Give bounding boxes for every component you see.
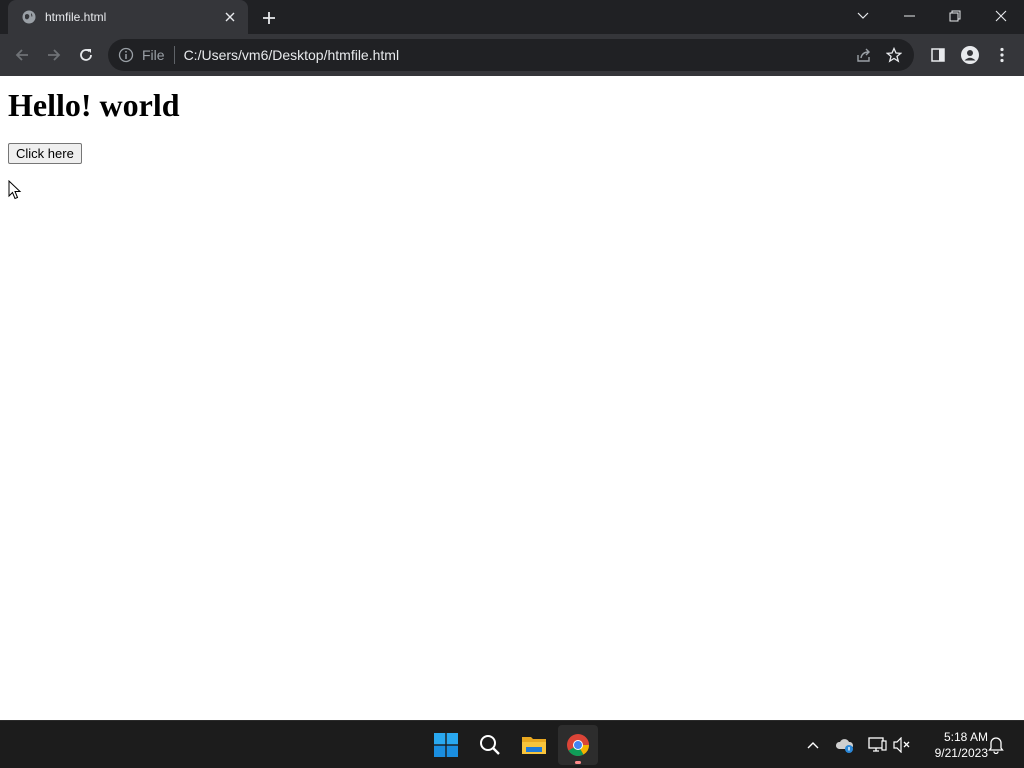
tray-overflow-button[interactable] bbox=[801, 733, 825, 757]
side-panel-icon bbox=[931, 48, 945, 62]
volume-tray-icon[interactable] bbox=[890, 733, 914, 757]
arrow-left-icon bbox=[15, 49, 28, 61]
page-heading: Hello! world bbox=[8, 87, 180, 123]
side-panel-button[interactable] bbox=[924, 41, 952, 69]
clock-time: 5:18 AM bbox=[943, 730, 988, 744]
folder-icon bbox=[522, 737, 546, 754]
plus-icon bbox=[263, 12, 275, 24]
tab-search-button[interactable] bbox=[840, 0, 886, 32]
bell-icon bbox=[988, 737, 1004, 754]
windows-start-icon bbox=[434, 733, 458, 757]
cloud-icon bbox=[835, 739, 854, 753]
globe-icon bbox=[22, 10, 36, 24]
restore-button[interactable] bbox=[932, 0, 978, 32]
page-viewport: Hello! world Click here bbox=[0, 76, 1024, 720]
minimize-button[interactable] bbox=[886, 0, 932, 32]
reload-icon bbox=[80, 49, 92, 61]
chevron-down-icon bbox=[857, 12, 869, 19]
volume-muted-icon bbox=[893, 737, 910, 753]
network-tray-icon[interactable] bbox=[865, 733, 889, 757]
chevron-up-icon bbox=[807, 742, 819, 749]
share-icon[interactable] bbox=[850, 41, 878, 69]
window-close-button[interactable] bbox=[978, 0, 1024, 32]
minimize-icon bbox=[903, 15, 915, 17]
info-icon[interactable] bbox=[118, 47, 134, 63]
kebab-menu-icon bbox=[1000, 47, 1004, 63]
chrome-taskbar-button[interactable] bbox=[558, 725, 598, 765]
click-here-button[interactable]: Click here bbox=[8, 143, 82, 164]
forward-button[interactable] bbox=[40, 41, 68, 69]
url-scheme-label: File bbox=[142, 47, 165, 63]
close-icon bbox=[995, 10, 1007, 22]
address-separator bbox=[173, 46, 175, 64]
search-icon bbox=[480, 735, 500, 755]
address-bar[interactable]: File C:/Users/vm6/Desktop/htmfile.html bbox=[108, 39, 914, 71]
taskbar-clock[interactable]: 5:18 AM 9/21/2023 bbox=[918, 729, 988, 761]
browser-toolbar: File C:/Users/vm6/Desktop/htmfile.html bbox=[0, 34, 1024, 76]
mouse-cursor-icon bbox=[8, 180, 22, 200]
arrow-right-icon bbox=[48, 49, 61, 61]
back-button[interactable] bbox=[8, 41, 36, 69]
restore-icon bbox=[949, 10, 961, 22]
new-tab-button[interactable] bbox=[258, 7, 280, 29]
url-text[interactable]: C:/Users/vm6/Desktop/htmfile.html bbox=[184, 47, 850, 63]
start-button[interactable] bbox=[426, 725, 466, 765]
windows-taskbar: 5:18 AM 9/21/2023 bbox=[0, 720, 1024, 768]
close-icon[interactable] bbox=[222, 9, 238, 25]
browser-tab-strip: htmfile.html bbox=[0, 0, 1024, 34]
profile-button[interactable] bbox=[956, 41, 984, 69]
profile-icon bbox=[961, 46, 979, 64]
clock-date: 9/21/2023 bbox=[934, 746, 988, 760]
network-icon bbox=[868, 737, 887, 752]
onedrive-tray-icon[interactable] bbox=[833, 733, 857, 757]
browser-tab[interactable]: htmfile.html bbox=[8, 0, 248, 34]
star-icon[interactable] bbox=[880, 41, 908, 69]
chrome-icon bbox=[567, 734, 589, 756]
taskbar-search-button[interactable] bbox=[470, 725, 510, 765]
file-explorer-button[interactable] bbox=[514, 725, 554, 765]
tab-title: htmfile.html bbox=[45, 10, 107, 24]
chrome-menu-button[interactable] bbox=[988, 41, 1016, 69]
notifications-button[interactable] bbox=[984, 733, 1008, 757]
reload-button[interactable] bbox=[72, 41, 100, 69]
